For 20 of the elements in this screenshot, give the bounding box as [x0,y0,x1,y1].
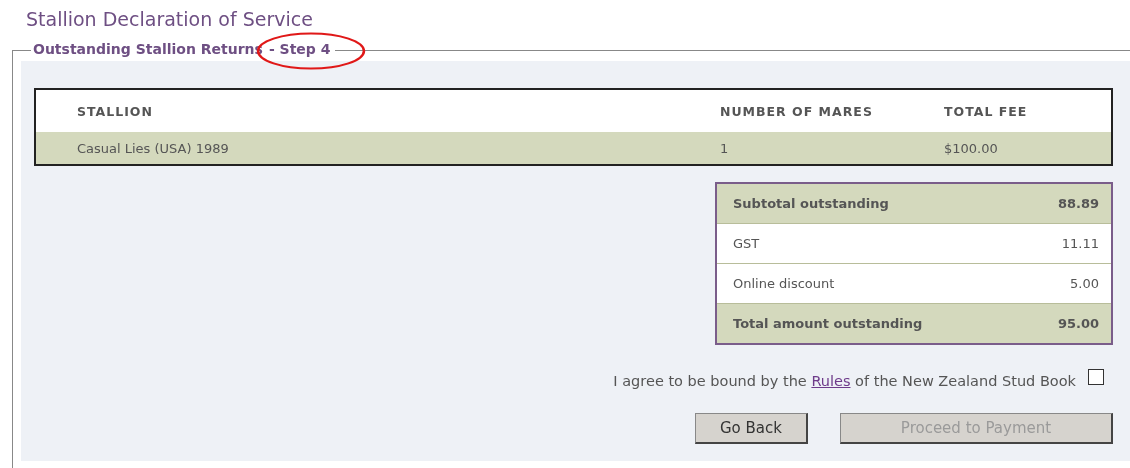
form-button[interactable]: Go Back [695,413,808,444]
summary-value: 11.11 [1061,236,1099,251]
summary-value: 88.89 [1057,196,1099,211]
agreement-text: I agree to be bound by the Rules of the New Zealand Stud Book [613,373,1076,389]
summary-label: Total amount outstanding [733,316,923,331]
summary-label: GST [733,236,760,251]
table-cell: $100.00 [943,132,1112,165]
column-header: TOTAL FEE [943,89,1112,132]
page-title: Stallion Declaration of Service [25,7,314,32]
rules-link[interactable]: Rules [811,373,851,389]
table-cell: 1 [719,132,943,165]
summary-value: 5.00 [1070,276,1099,291]
summary-value: 95.00 [1057,316,1099,331]
column-header: NUMBER OF MARES [719,89,943,132]
table-cell: Casual Lies (USA) 1989 [35,132,719,165]
agree-checkbox[interactable] [1088,369,1104,385]
summary-label: Subtotal outstanding [733,196,889,211]
step-label: - Step 4 [268,41,331,57]
column-header: STALLION [35,89,719,132]
summary-label: Online discount [733,276,835,291]
